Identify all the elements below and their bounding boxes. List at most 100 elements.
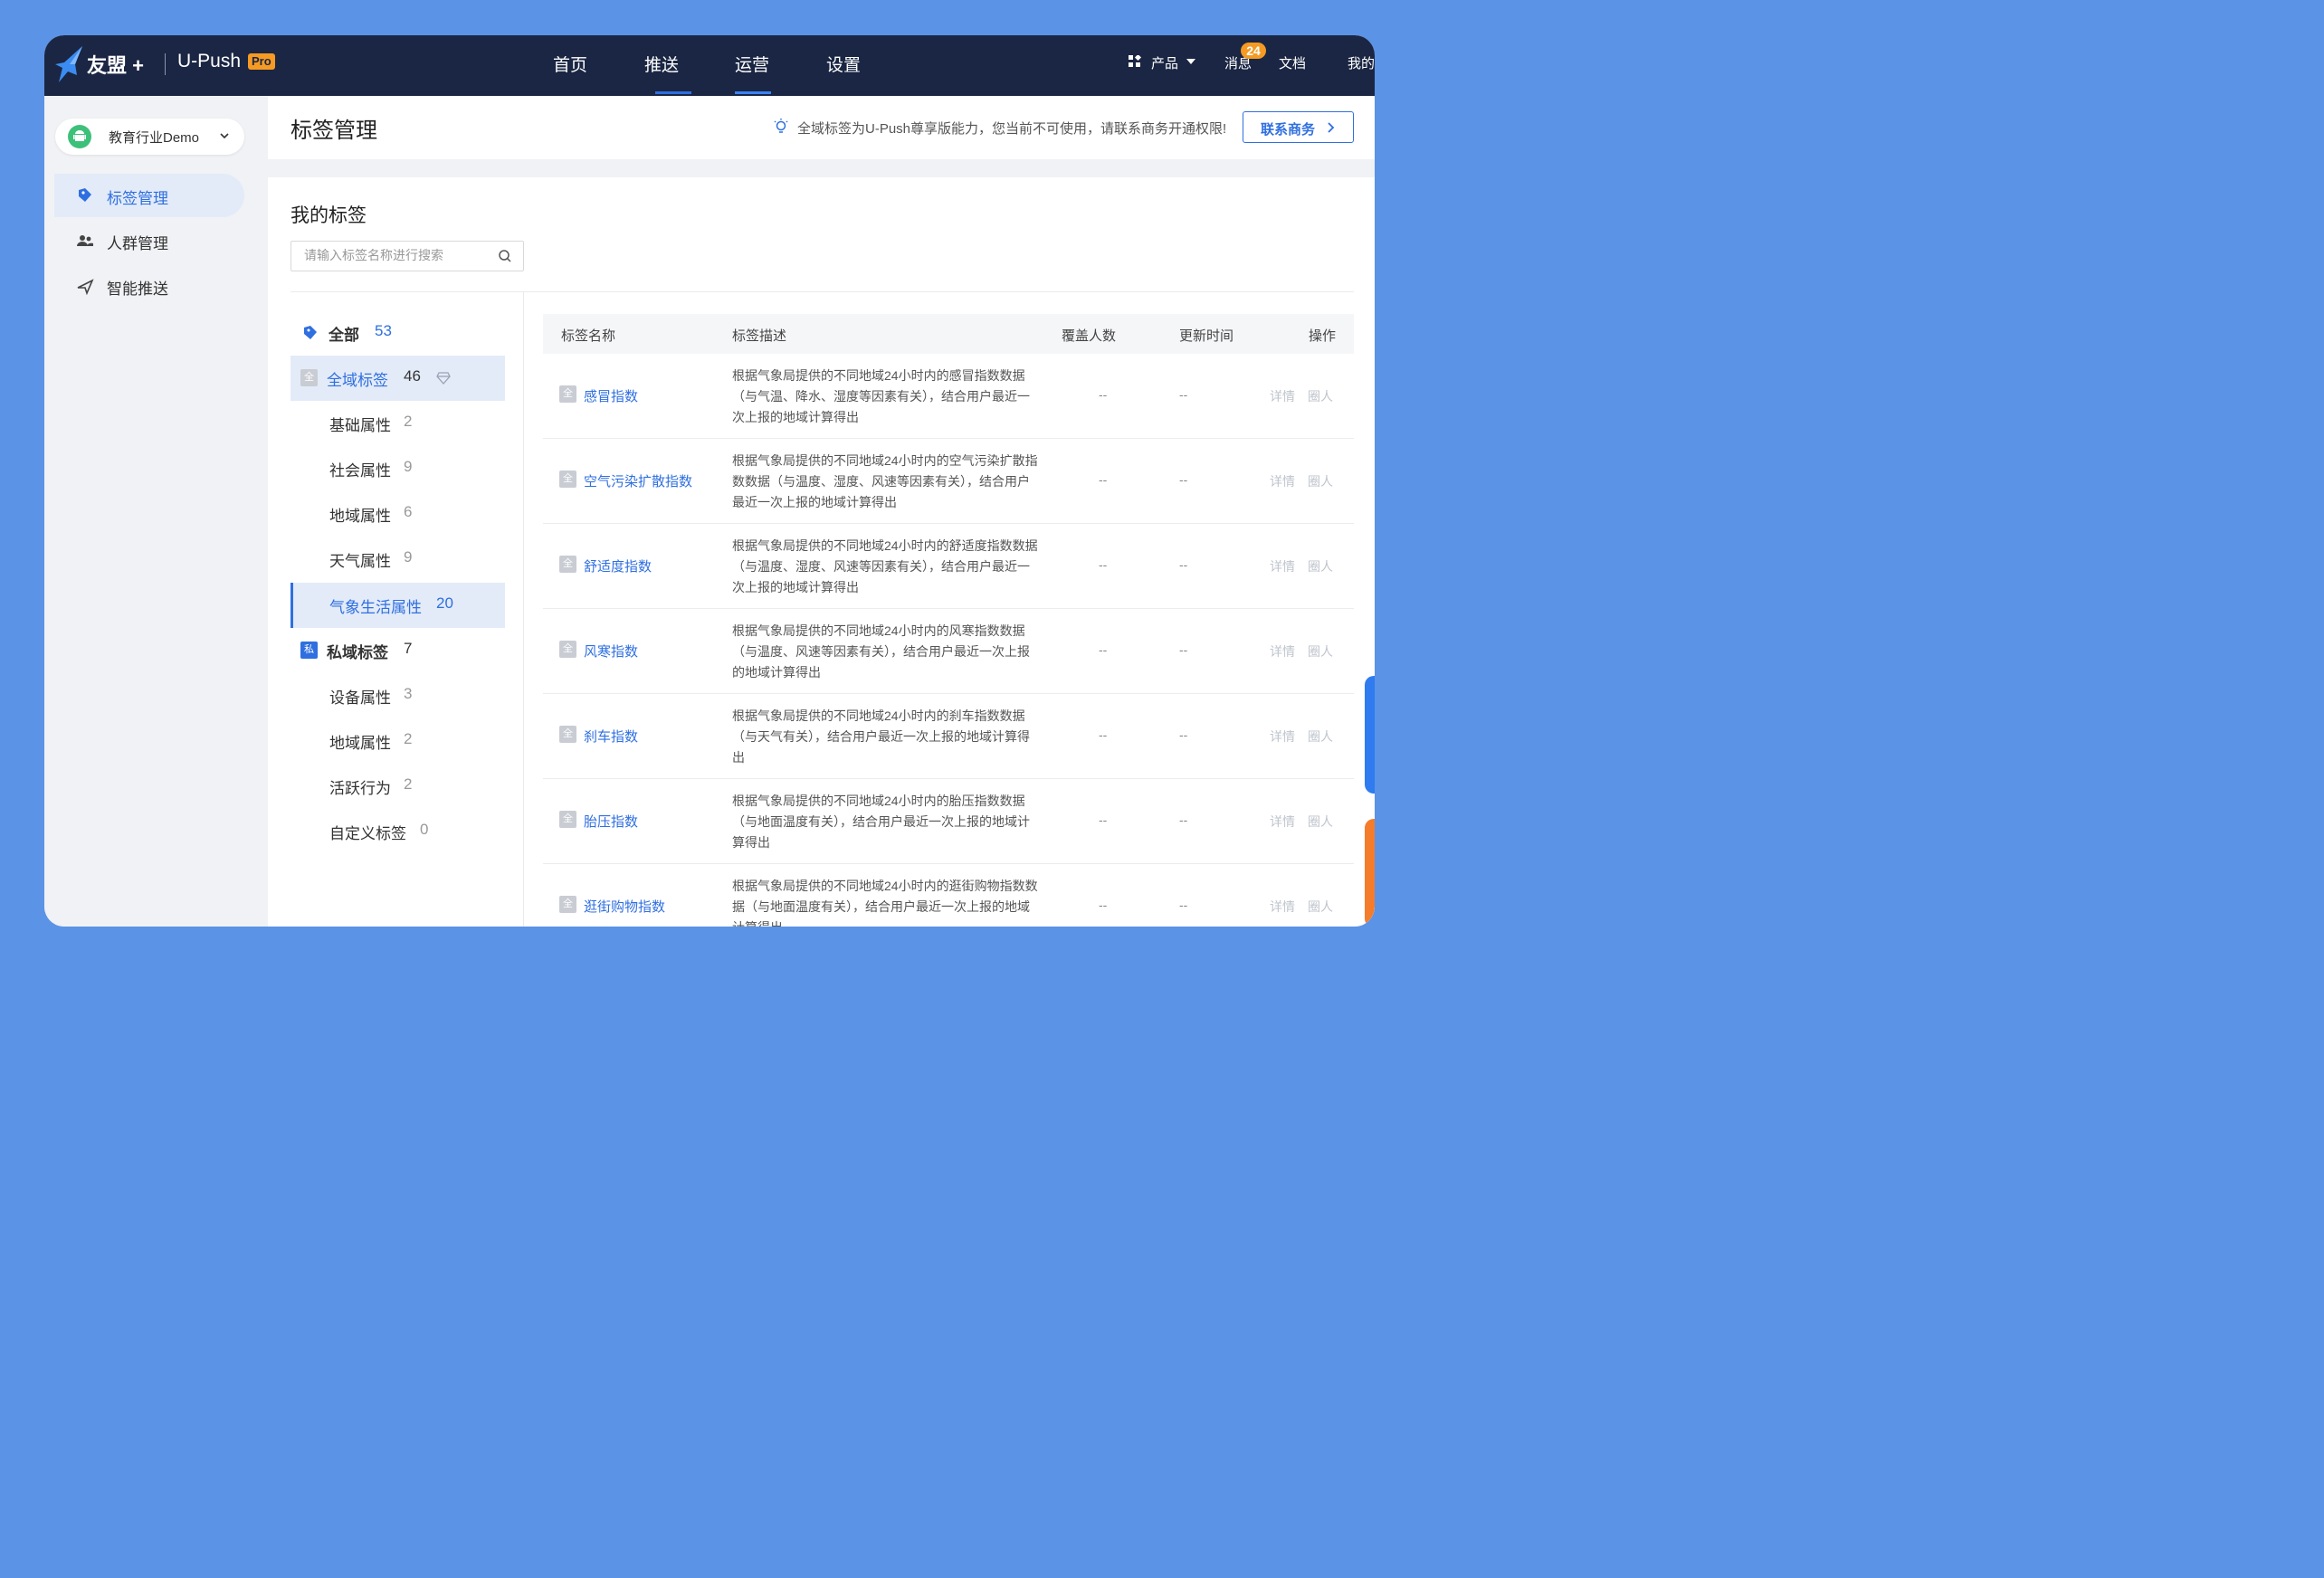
target-users-link[interactable]: 圈人 [1308, 557, 1333, 575]
sidebar: 教育行业Demo 标签管理 人群管理 智能推送 [44, 96, 268, 927]
pro-badge: Pro [248, 53, 275, 70]
diamond-icon [436, 372, 451, 385]
tree-count: 6 [404, 503, 413, 520]
tree-item-activity[interactable]: 活跃行为 2 [290, 764, 505, 809]
tag-description: 根据气象局提供的不同地域24小时内的风寒指数数据（与温度、风速等因素有关），结合… [732, 623, 1030, 680]
apps-grid-icon[interactable] [1129, 55, 1141, 68]
products-menu[interactable]: 产品 [1151, 53, 1178, 72]
private-badge-icon: 私 [300, 642, 318, 659]
section-title: 我的标签 [290, 205, 367, 226]
tag-description: 根据气象局提供的不同地域24小时内的刹车指数数据（与天气有关），结合用户最近一次… [732, 708, 1030, 765]
floating-feedback-tab[interactable] [1365, 819, 1375, 927]
tree-label: 社会属性 [329, 462, 391, 480]
target-users-link[interactable]: 圈人 [1308, 472, 1333, 490]
tree-count: 7 [404, 640, 413, 657]
mine-link[interactable]: 我的 [1348, 53, 1375, 72]
tag-icon [79, 188, 91, 202]
app-selector[interactable]: 教育行业Demo [55, 119, 244, 155]
global-badge-icon: 全 [559, 811, 576, 828]
details-link[interactable]: 详情 [1270, 642, 1295, 661]
tag-description: 根据气象局提供的不同地域24小时内的胎压指数数据（与地面温度有关），结合用户最近… [732, 794, 1030, 850]
details-link[interactable]: 详情 [1270, 472, 1295, 490]
target-users-link[interactable]: 圈人 [1308, 898, 1333, 916]
floating-help-tab[interactable] [1365, 676, 1375, 794]
contact-sales-label: 联系商务 [1261, 122, 1316, 138]
details-link[interactable]: 详情 [1270, 727, 1295, 746]
tree-label: 气象生活属性 [329, 599, 422, 616]
tag-icon [304, 326, 317, 339]
tree-label: 全域标签 [327, 372, 388, 389]
details-link[interactable]: 详情 [1270, 813, 1295, 831]
tag-name-link[interactable]: 胎压指数 [584, 812, 638, 831]
app-name: 教育行业Demo [109, 130, 200, 146]
coverage-value: -- [1099, 557, 1108, 572]
tree-item-private-region[interactable]: 地域属性 2 [290, 718, 505, 764]
column-header: 更新时间 [1179, 328, 1234, 344]
tree-label: 地域属性 [329, 735, 391, 752]
nav-operations[interactable]: 运营 [735, 52, 769, 76]
target-users-link[interactable]: 圈人 [1308, 642, 1333, 661]
tree-item-region[interactable]: 地域属性 6 [290, 491, 505, 537]
chevron-down-icon [1186, 59, 1195, 64]
sidebar-item-crowd-management[interactable]: 人群管理 [54, 219, 244, 262]
nav-home[interactable]: 首页 [553, 52, 587, 76]
tree-item-device[interactable]: 设备属性 3 [290, 673, 505, 718]
tree-count: 46 [404, 367, 421, 385]
details-link[interactable]: 详情 [1270, 898, 1295, 916]
details-link[interactable]: 详情 [1270, 387, 1295, 405]
tag-name-link[interactable]: 风寒指数 [584, 642, 638, 661]
tree-item-global-tags[interactable]: 全 全域标签 46 [290, 356, 505, 401]
updated-value: -- [1179, 387, 1188, 402]
tree-item-weather[interactable]: 天气属性 9 [290, 537, 505, 582]
tag-description: 根据气象局提供的不同地域24小时内的舒适度指数数据（与温度、湿度、风速等因素有关… [732, 538, 1038, 594]
umeng-logo-icon[interactable] [52, 44, 88, 86]
tree-label: 自定义标签 [329, 825, 406, 842]
tag-name-link[interactable]: 感冒指数 [584, 386, 638, 405]
sidebar-item-smart-push[interactable]: 智能推送 [54, 264, 244, 308]
app-window: 友盟 + U-Push Pro 首页 推送 运营 设置 产品 消息 24 文档 … [44, 35, 1375, 927]
search-icon[interactable] [498, 249, 512, 263]
docs-link[interactable]: 文档 [1279, 53, 1306, 72]
target-users-link[interactable]: 圈人 [1308, 727, 1333, 746]
lightbulb-icon [774, 119, 788, 133]
tag-search [290, 241, 524, 271]
nav-push[interactable]: 推送 [644, 52, 679, 76]
tree-count: 9 [404, 548, 413, 566]
tree-count: 9 [404, 458, 413, 475]
nav-settings[interactable]: 设置 [826, 52, 861, 76]
nav-push-indicator [655, 91, 691, 94]
tree-label: 私域标签 [327, 644, 388, 661]
send-icon [77, 279, 94, 295]
tree-item-weather-life[interactable]: 气象生活属性 20 [290, 583, 505, 628]
global-badge-icon: 全 [559, 471, 576, 488]
tree-item-social[interactable]: 社会属性 9 [290, 446, 505, 491]
tag-name-link[interactable]: 舒适度指数 [584, 556, 652, 575]
brand-name[interactable]: 友盟 + [87, 50, 144, 79]
sidebar-item-tag-management[interactable]: 标签管理 [54, 174, 244, 217]
tag-name-link[interactable]: 空气污染扩散指数 [584, 471, 692, 490]
details-link[interactable]: 详情 [1270, 557, 1295, 575]
tree-label: 地域属性 [329, 508, 391, 525]
tree-item-custom[interactable]: 自定义标签 0 [290, 809, 505, 854]
tree-item-basic[interactable]: 基础属性 2 [290, 401, 505, 446]
tag-name-link[interactable]: 逛街购物指数 [584, 897, 665, 916]
updated-value: -- [1179, 813, 1188, 827]
contact-sales-button[interactable]: 联系商务 [1243, 111, 1354, 143]
tag-search-input[interactable] [304, 248, 485, 262]
target-users-link[interactable]: 圈人 [1308, 387, 1333, 405]
tags-panel: 我的标签 全部 53 全 全域标签 46 基础属性 2 社会属性 9 地域属性 [268, 177, 1375, 927]
tree-count: 53 [375, 322, 392, 339]
table-row: 全 空气污染扩散指数 根据气象局提供的不同地域24小时内的空气污染扩散指数数据（… [543, 439, 1354, 524]
coverage-value: -- [1099, 898, 1108, 912]
chevron-right-icon [1328, 122, 1335, 133]
product-name[interactable]: U-Push [177, 51, 241, 72]
tree-item-private-tags[interactable]: 私 私域标签 7 [290, 628, 505, 673]
sidebar-item-label: 标签管理 [107, 190, 168, 207]
table-row: 全 舒适度指数 根据气象局提供的不同地域24小时内的舒适度指数数据（与温度、湿度… [543, 524, 1354, 609]
table-header: 标签名称 标签描述 覆盖人数 更新时间 操作 [543, 314, 1354, 354]
tag-name-link[interactable]: 刹车指数 [584, 727, 638, 746]
divider [523, 292, 524, 927]
tag-description: 根据气象局提供的不同地域24小时内的空气污染扩散指数数据（与温度、湿度、风速等因… [732, 453, 1038, 509]
target-users-link[interactable]: 圈人 [1308, 813, 1333, 831]
tree-item-all[interactable]: 全部 53 [290, 310, 505, 356]
